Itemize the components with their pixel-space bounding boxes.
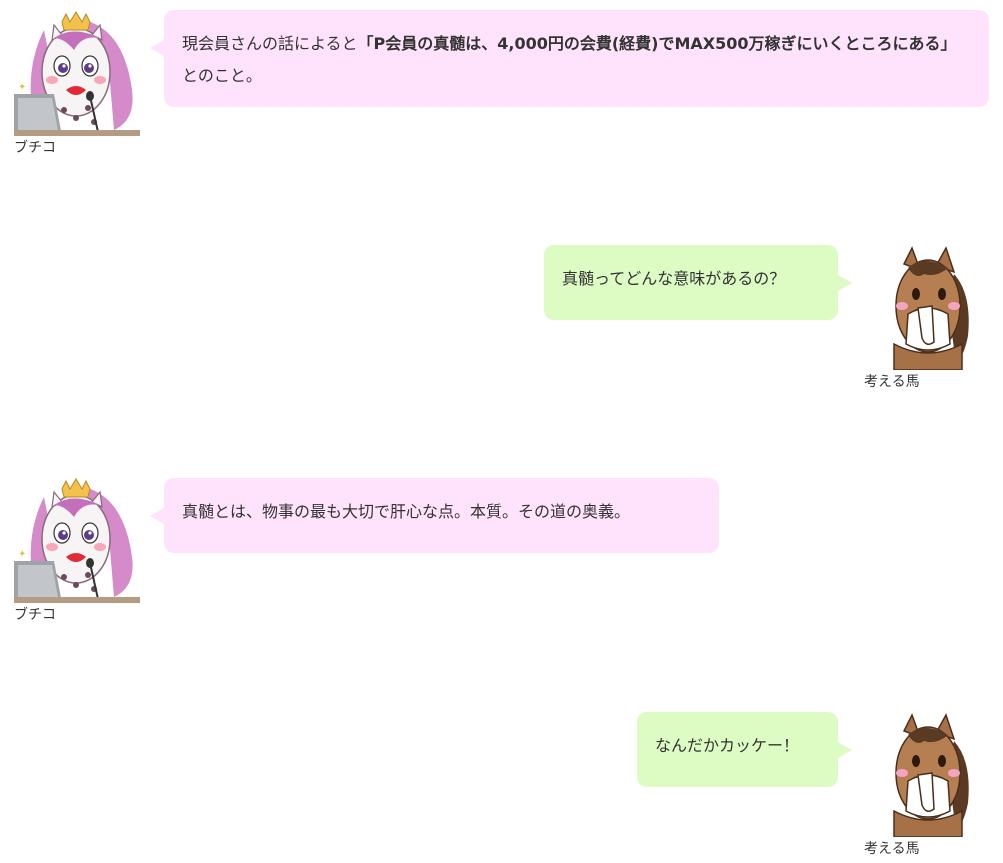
message-text: 真髄ってどんな意味があるの？ [562, 269, 786, 288]
avatar: ✦ [14, 477, 140, 603]
bubble-tail [150, 508, 164, 524]
speaker-name: 考える馬 [864, 841, 920, 857]
unicorn-icon: ✦ [14, 10, 140, 136]
message-text: とのこと。 [182, 66, 262, 85]
svg-text:✦: ✦ [18, 82, 26, 93]
bubble-tail [838, 742, 852, 758]
message-text-bold: 「P会員の真髄は、4,000円の会費(経費)でMAX500万稼ぎにいくところにあ… [357, 34, 957, 53]
bubble-tail [150, 40, 164, 56]
message-text: 真髄とは、物事の最も大切で肝心な点。本質。その道の奥義。 [182, 502, 631, 521]
message-text: 現会員さんの話によると [182, 34, 358, 53]
speech-bubble: 現会員さんの話によると「P会員の真髄は、4,000円の会費(経費)でMAX500… [150, 10, 989, 107]
speech-bubble: なんだかカッケー！ [637, 712, 852, 787]
speaker-name: 考える馬 [864, 374, 920, 390]
message-text: なんだかカッケー！ [655, 736, 800, 755]
unicorn-icon: ✦ [14, 477, 140, 603]
avatar [864, 244, 990, 370]
avatar [864, 711, 990, 837]
horse-icon [864, 244, 990, 370]
bubble-tail [838, 275, 852, 291]
speech-bubble: 真髄とは、物事の最も大切で肝心な点。本質。その道の奥義。 [150, 478, 719, 553]
speaker-name: ブチコ [14, 607, 56, 623]
avatar: ✦ [14, 10, 140, 136]
horse-icon [864, 711, 990, 837]
svg-text:✦: ✦ [18, 549, 26, 560]
speaker-name: ブチコ [14, 140, 56, 156]
speech-bubble: 真髄ってどんな意味があるの？ [544, 245, 852, 320]
